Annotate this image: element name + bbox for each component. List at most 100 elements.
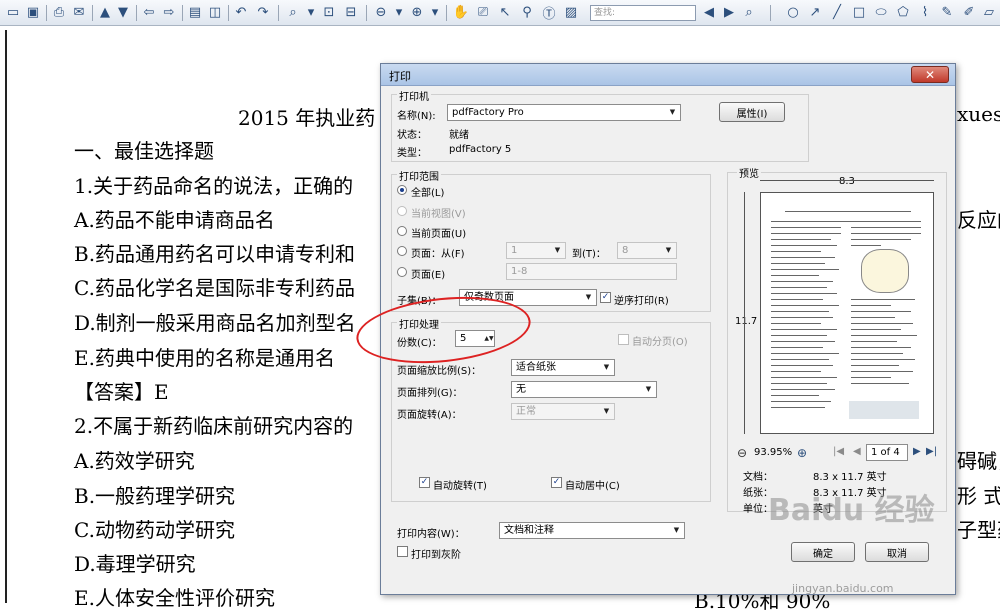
- polygon-tool-icon[interactable]: ⬠: [894, 4, 912, 21]
- document-title: 2015 年执业药: [238, 106, 376, 130]
- search-next-icon[interactable]: ▶: [720, 4, 738, 21]
- rotate-select[interactable]: 正常 ▼: [511, 403, 615, 420]
- redo-icon[interactable]: ↷: [254, 4, 272, 21]
- zoom-dropdown-icon[interactable]: ▾: [302, 4, 320, 21]
- preview-text-line: [851, 353, 903, 354]
- zoom-out-icon[interactable]: ⊖: [372, 4, 390, 21]
- printer-name-label: 名称(N):: [397, 111, 436, 122]
- preview-width-line: [760, 180, 934, 181]
- page-up-icon[interactable]: ▲: [96, 4, 114, 21]
- preview-text-line: [771, 341, 835, 342]
- preview-text-line: [851, 359, 915, 360]
- next-page-icon[interactable]: ▶: [913, 446, 921, 457]
- binoculars-icon[interactable]: ⚲: [518, 4, 536, 21]
- page-down-icon[interactable]: ▼: [114, 4, 132, 21]
- last-page-icon[interactable]: ▶|: [926, 446, 937, 457]
- search-icon[interactable]: ⌕: [740, 4, 758, 21]
- eraser-tool-icon[interactable]: ▱: [980, 4, 998, 21]
- zoom-icon[interactable]: ⌕: [284, 4, 302, 21]
- email-icon[interactable]: ✉: [70, 4, 88, 21]
- preview-text-line: [771, 383, 827, 384]
- range-pages-radio[interactable]: [397, 267, 407, 277]
- preview-text-line: [771, 257, 835, 258]
- save-icon[interactable]: ▣: [24, 4, 42, 21]
- collate-checkbox[interactable]: [618, 334, 629, 345]
- search-input[interactable]: 查找:: [590, 5, 696, 21]
- first-page-icon[interactable]: |◀: [833, 446, 844, 457]
- preview-text-line: [851, 305, 891, 306]
- reverse-order-checkbox[interactable]: ✓: [600, 292, 611, 303]
- properties-button[interactable]: 属性(I): [719, 102, 785, 122]
- prev-page-icon[interactable]: ◀: [853, 446, 861, 457]
- page-indicator[interactable]: 1 of 4: [866, 444, 908, 461]
- preview-text-line: [851, 227, 921, 228]
- hand-tool-icon[interactable]: ✋: [452, 4, 470, 21]
- undo-icon[interactable]: ↶: [232, 4, 250, 21]
- pages-icon[interactable]: ◫: [206, 4, 224, 21]
- preview-text-line: [771, 323, 821, 324]
- range-current-view-label: 当前视图(V): [411, 209, 466, 220]
- pencil-tool-icon[interactable]: ✎: [938, 4, 956, 21]
- text-tool-icon[interactable]: Ⓣ: [540, 4, 558, 22]
- rectangle-tool-icon[interactable]: □: [850, 4, 868, 21]
- range-current-view-radio[interactable]: [397, 206, 407, 216]
- zoom-in-icon[interactable]: ⊕: [408, 4, 426, 21]
- doc-line: 1.关于药品命名的说法，正确的: [74, 174, 354, 198]
- preview-zoom: 93.95%: [754, 447, 793, 458]
- fit-width-icon[interactable]: ⊟: [342, 4, 360, 21]
- doc-line: C.动物药动学研究: [74, 518, 235, 542]
- highlighter-tool-icon[interactable]: ✐: [960, 4, 978, 21]
- preview-text-line: [771, 371, 821, 372]
- preview-text-line: [785, 211, 911, 212]
- range-pages-label: 页面(E): [411, 270, 446, 281]
- page-icon[interactable]: ▤: [186, 4, 204, 21]
- range-to-select[interactable]: 8 ▼: [617, 242, 677, 259]
- doc-size-label: 文档：: [743, 472, 773, 483]
- arrange-select[interactable]: 无 ▼: [511, 381, 657, 398]
- range-pages-input[interactable]: 1-8: [506, 263, 677, 280]
- print-content-select[interactable]: 文档和注释 ▼: [499, 522, 685, 539]
- image-tool-icon[interactable]: ▨: [562, 4, 580, 21]
- zoom-in-icon[interactable]: ⊕: [797, 446, 807, 460]
- toolbar-separator: [46, 5, 47, 21]
- auto-rotate-checkbox[interactable]: ✓: [419, 477, 430, 488]
- circle-tool-icon[interactable]: ○: [784, 4, 802, 21]
- dialog-titlebar[interactable]: 打印 ✕: [381, 64, 955, 86]
- new-file-icon[interactable]: ▭: [4, 4, 22, 21]
- close-button[interactable]: ✕: [911, 66, 949, 83]
- doc-right-snippet: 形 式: [957, 484, 1000, 508]
- auto-center-checkbox[interactable]: ✓: [551, 477, 562, 488]
- preview-text-line: [771, 317, 833, 318]
- arrow-tool-icon[interactable]: ↗: [806, 4, 824, 21]
- range-to-label: 到(T)：: [572, 249, 606, 260]
- print-icon[interactable]: ⎙: [50, 4, 68, 21]
- cancel-button[interactable]: 取消: [865, 542, 929, 562]
- fit-page-icon[interactable]: ⊡: [320, 4, 338, 21]
- zoom-out-dropdown-icon[interactable]: ▾: [390, 4, 408, 21]
- doc-right-snippet: 碍碱，: [957, 449, 1000, 473]
- back-icon[interactable]: ⇦: [140, 4, 158, 21]
- range-current-page-radio[interactable]: [397, 226, 407, 236]
- scaling-select[interactable]: 适合纸张 ▼: [511, 359, 615, 376]
- doc-line: C.药品化学名是国际非专利药品: [74, 276, 355, 300]
- forward-icon[interactable]: ⇨: [160, 4, 178, 21]
- printer-name-select[interactable]: pdfFactory Pro ▼: [447, 104, 681, 121]
- printer-group-label: 打印机: [397, 88, 431, 103]
- select-tool-icon[interactable]: ↖: [496, 4, 514, 21]
- preview-text-line: [771, 233, 841, 234]
- grayscale-checkbox[interactable]: [397, 546, 408, 557]
- polyline-tool-icon[interactable]: ⌇: [916, 4, 934, 21]
- range-from-select[interactable]: 1 ▼: [506, 242, 566, 259]
- toolbar-separator: [770, 5, 771, 21]
- search-prev-icon[interactable]: ◀: [700, 4, 718, 21]
- range-all-radio[interactable]: [397, 185, 407, 195]
- snapshot-icon[interactable]: ⎚: [474, 4, 492, 21]
- ok-button[interactable]: 确定: [791, 542, 855, 562]
- baidu-watermark-url: jingyan.baidu.com: [792, 582, 894, 595]
- range-pages-from-radio[interactable]: [397, 246, 407, 256]
- main-toolbar: ▭ ▣ ⎙ ✉ ▲ ▼ ⇦ ⇨ ▤ ◫ ↶ ↷ ⌕ ▾ ⊡ ⊟ ⊖ ▾ ⊕ ▾ …: [0, 0, 1000, 26]
- ellipse-tool-icon[interactable]: ⬭: [872, 4, 890, 21]
- line-tool-icon[interactable]: ╱: [828, 4, 846, 21]
- zoom-in-dropdown-icon[interactable]: ▾: [426, 4, 444, 21]
- zoom-out-icon[interactable]: ⊖: [737, 446, 747, 460]
